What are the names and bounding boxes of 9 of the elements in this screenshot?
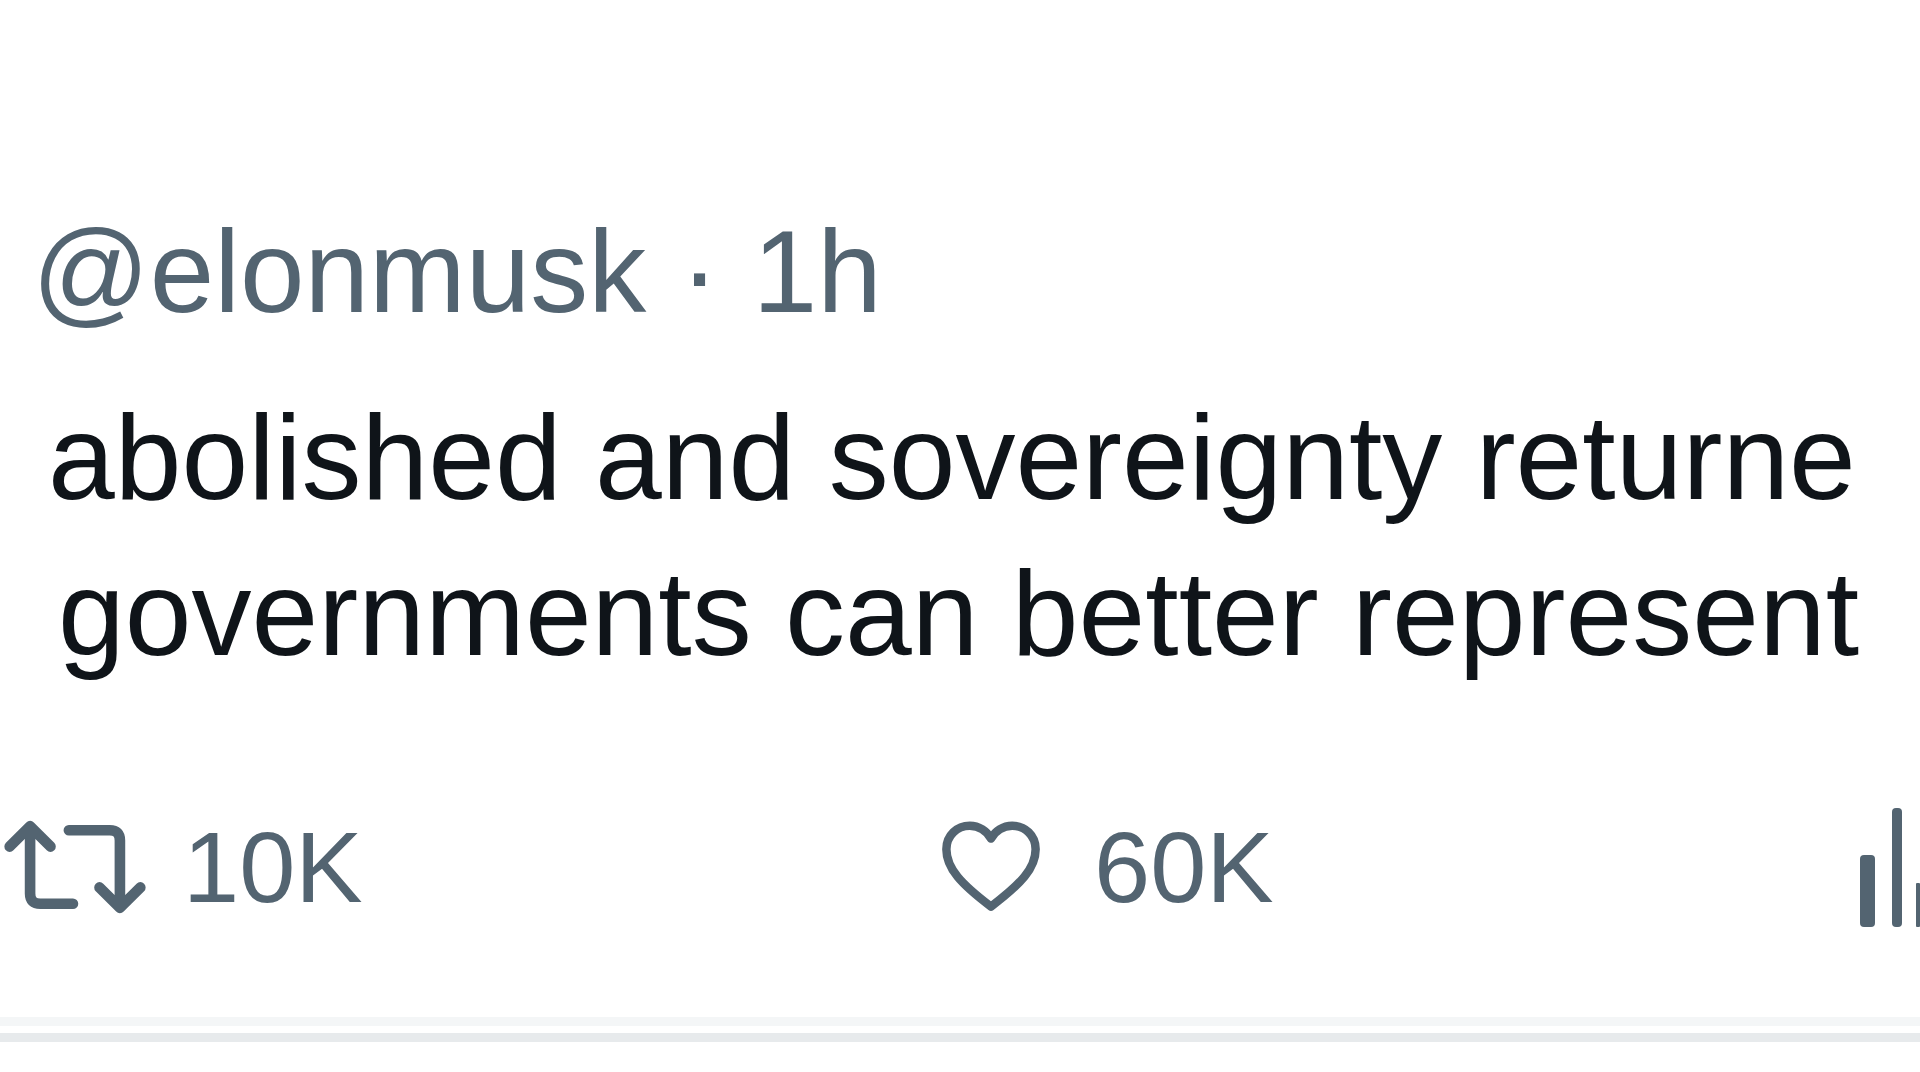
tweet-text: governments can better represent (57, 545, 1860, 682)
handle-link[interactable]: @elonmusk (32, 207, 647, 337)
like-button[interactable]: 60K (940, 811, 1274, 923)
tweet-text: abolished and sovereignty returne (47, 389, 1857, 526)
separator-dot: · (680, 207, 719, 337)
retweet-button[interactable]: 10K (3, 811, 363, 923)
timestamp-link[interactable]: 1h (752, 207, 882, 337)
retweet-icon (3, 818, 147, 916)
bar-chart-icon[interactable] (1858, 807, 1920, 927)
